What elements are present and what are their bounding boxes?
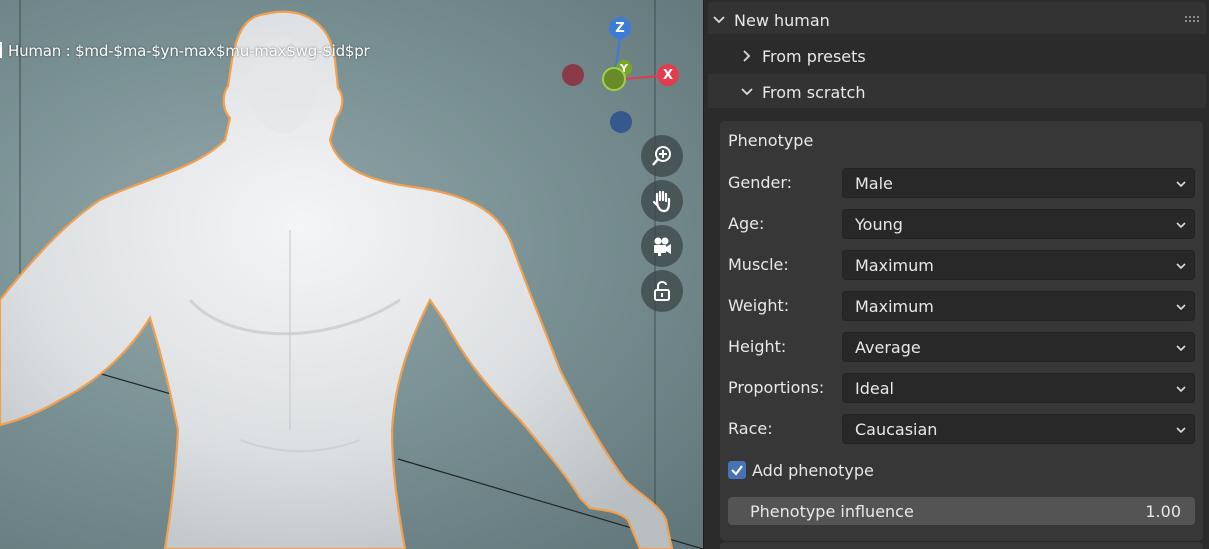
height-dropdown[interactable]: Average xyxy=(842,332,1195,362)
lock-camera-button[interactable] xyxy=(641,270,683,312)
race-row: Race: Caucasian xyxy=(728,414,1195,444)
gizmo-x-axis[interactable]: X xyxy=(657,64,679,86)
chevron-down-icon xyxy=(1176,386,1186,393)
age-row: Age: Young xyxy=(728,209,1195,239)
proportions-dropdown[interactable]: Ideal xyxy=(842,373,1195,403)
from-presets-label: From presets xyxy=(762,46,866,66)
drag-grip-icon[interactable] xyxy=(1184,15,1200,23)
gizmo-neg-z-axis[interactable] xyxy=(610,111,632,133)
race-dropdown[interactable]: Caucasian xyxy=(842,414,1195,444)
add-phenotype-label: Add phenotype xyxy=(752,460,874,480)
chevron-down-icon xyxy=(1176,263,1186,270)
panel-title: New human xyxy=(734,10,830,30)
weight-dropdown[interactable]: Maximum xyxy=(842,291,1195,321)
muscle-dropdown[interactable]: Maximum xyxy=(842,250,1195,280)
muscle-label: Muscle: xyxy=(728,255,789,274)
next-subpanel-edge xyxy=(720,542,1203,549)
checkmark-icon xyxy=(731,465,743,476)
chevron-right-icon xyxy=(743,50,751,62)
lock-icon xyxy=(654,280,670,301)
chevron-down-icon xyxy=(741,88,753,96)
new-human-header[interactable]: New human xyxy=(710,3,1204,37)
from-scratch-label: From scratch xyxy=(762,82,866,102)
chevron-down-icon xyxy=(1176,345,1186,352)
proportions-row: Proportions: Ideal xyxy=(728,373,1195,403)
zoom-button[interactable] xyxy=(641,135,683,177)
from-presets-section[interactable]: From presets xyxy=(738,39,1204,73)
weight-row: Weight: Maximum xyxy=(728,291,1195,321)
chevron-down-icon xyxy=(1176,304,1186,311)
chevron-down-icon xyxy=(1176,222,1186,229)
3d-viewport[interactable]: Human : $md-$ma-$yn-max$mu-max$wg-$id$pr… xyxy=(0,0,703,549)
from-scratch-section[interactable]: From scratch xyxy=(738,75,1204,109)
race-label: Race: xyxy=(728,419,773,438)
age-label: Age: xyxy=(728,214,765,233)
weight-label: Weight: xyxy=(728,296,790,315)
zoom-icon xyxy=(652,146,671,166)
phenotype-influence-label: Phenotype influence xyxy=(750,501,914,521)
chevron-down-icon xyxy=(1176,181,1186,188)
pan-button[interactable] xyxy=(641,180,683,222)
add-phenotype-checkbox[interactable] xyxy=(728,461,746,479)
gender-label: Gender: xyxy=(728,173,793,192)
active-object-label: Human : $md-$ma-$yn-max$mu-max$wg-$id$pr xyxy=(0,42,370,60)
chevron-down-icon xyxy=(713,16,725,24)
muscle-row: Muscle: Maximum xyxy=(728,250,1195,280)
height-row: Height: Average xyxy=(728,332,1195,362)
phenotype-influence-value: 1.00 xyxy=(1145,501,1181,521)
gizmo-neg-x-axis[interactable] xyxy=(562,64,584,86)
gender-row: Gender: Male xyxy=(728,168,1195,198)
add-phenotype-checkbox-row[interactable]: Add phenotype xyxy=(728,458,874,482)
proportions-label: Proportions: xyxy=(728,378,825,397)
gizmo-neg-y-axis[interactable] xyxy=(602,67,626,91)
properties-panel: New human From presets From scratch Phen… xyxy=(703,0,1209,549)
phenotype-title: Phenotype xyxy=(728,131,814,150)
hand-pan-icon xyxy=(652,190,671,213)
gizmo-z-axis[interactable]: Z xyxy=(609,17,631,39)
phenotype-subpanel: Phenotype Gender: Male Age: Young Muscle… xyxy=(720,121,1203,541)
navigation-gizmo[interactable]: Z X Y xyxy=(560,16,685,138)
camera-view-button[interactable] xyxy=(641,225,683,267)
camera-icon xyxy=(654,237,671,256)
chevron-down-icon xyxy=(1176,427,1186,434)
age-dropdown[interactable]: Young xyxy=(842,209,1195,239)
phenotype-influence-slider[interactable]: Phenotype influence 1.00 xyxy=(728,497,1195,525)
height-label: Height: xyxy=(728,337,787,356)
gender-dropdown[interactable]: Male xyxy=(842,168,1195,198)
